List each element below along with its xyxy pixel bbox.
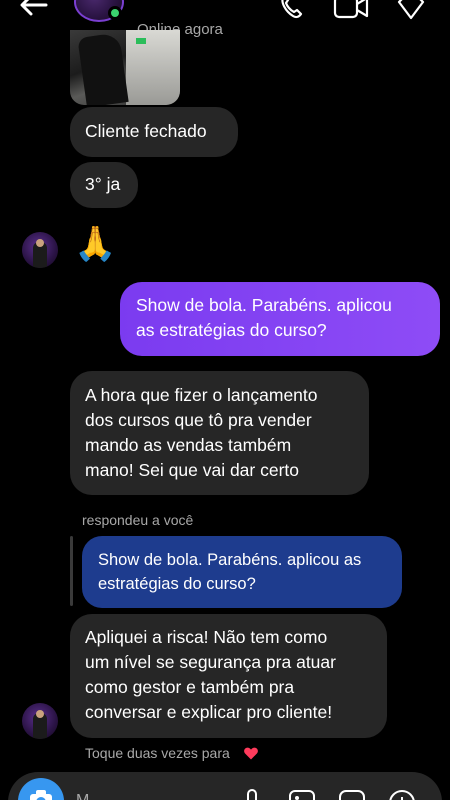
shared-photo[interactable] [70, 30, 180, 105]
message-composer[interactable] [8, 772, 442, 800]
phone-icon[interactable] [277, 0, 307, 20]
quoted-text: Show de bola. Parabéns. aplicou as [98, 551, 362, 569]
quoted-message[interactable]: Show de bola. Parabéns. aplicou as estra… [82, 536, 402, 608]
sender-avatar[interactable] [22, 232, 58, 268]
message-bubble-incoming[interactable]: A hora que fizer o lançamento dos cursos… [70, 371, 369, 495]
message-text: um nível se segurança pra atuar [85, 652, 336, 672]
camera-button[interactable] [18, 778, 64, 800]
flag-icon[interactable] [396, 0, 426, 20]
camera-icon [30, 790, 52, 800]
sticker-icon[interactable] [338, 788, 366, 800]
sender-avatar[interactable] [22, 703, 58, 739]
message-bubble-outgoing[interactable]: Show de bola. Parabéns. aplicou as estra… [120, 282, 440, 356]
mic-icon[interactable] [242, 788, 262, 800]
message-text: A hora que fizer o lançamento [85, 385, 318, 405]
heart-icon [244, 747, 258, 760]
reply-label: respondeu a você [82, 512, 194, 528]
message-text: Apliquei a risca! Não tem como [85, 627, 328, 647]
message-text: Show de bola. Parabéns. aplicou [136, 295, 392, 315]
message-text: como gestor e também pra [85, 677, 295, 697]
chat-header [0, 0, 450, 24]
message-text: Cliente fechado [85, 121, 207, 141]
message-text: as estratégias do curso? [136, 320, 327, 340]
message-text: mano! Sei que vai dar certo [85, 460, 300, 480]
message-bubble-incoming[interactable]: Apliquei a risca! Não tem como um nível … [70, 614, 387, 738]
plus-icon[interactable] [388, 788, 416, 800]
reply-indicator-bar [70, 536, 73, 606]
message-text: conversar e explicar pro cliente! [85, 702, 333, 722]
back-arrow-icon[interactable] [18, 0, 50, 16]
video-camera-icon[interactable] [333, 0, 369, 20]
message-text: mando as vendas também [85, 435, 292, 455]
gallery-icon[interactable] [288, 788, 316, 800]
message-bubble-incoming[interactable]: Cliente fechado [70, 107, 238, 157]
quoted-text: estratégias do curso? [98, 575, 256, 593]
praying-hands-emoji[interactable]: 🙏 [74, 224, 116, 264]
message-text: 3° ja [85, 174, 121, 194]
double-tap-hint: Toque duas vezes para [85, 745, 230, 761]
online-indicator [108, 6, 122, 20]
message-input[interactable]: M [76, 792, 89, 800]
message-text: dos cursos que tô pra vender [85, 410, 312, 430]
message-bubble-incoming[interactable]: 3° ja [70, 162, 138, 208]
